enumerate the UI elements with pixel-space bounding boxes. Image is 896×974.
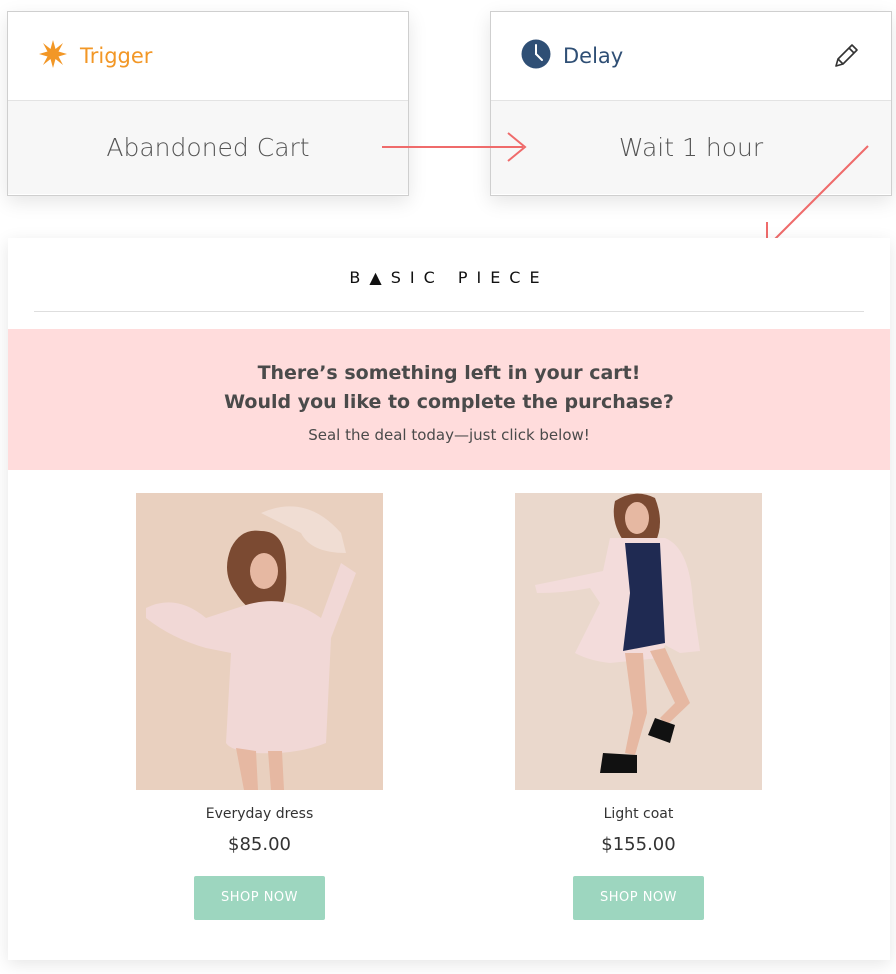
starburst-icon [38, 39, 68, 74]
trigger-value: Abandoned Cart [8, 101, 408, 194]
cart-banner: There’s something left in your cart! Wou… [8, 329, 890, 470]
trigger-card[interactable]: Trigger Abandoned Cart [7, 11, 409, 196]
delay-card-header: Delay [491, 12, 891, 101]
delay-title: Delay [563, 44, 624, 68]
trigger-card-header: Trigger [8, 12, 408, 101]
product-image-coat[interactable] [515, 493, 762, 790]
pencil-icon[interactable] [831, 41, 861, 71]
banner-heading: There’s something left in your cart! Wou… [8, 359, 890, 417]
product-image-dress[interactable] [136, 493, 383, 790]
clock-icon [521, 39, 551, 74]
product-price: $155.00 [601, 834, 676, 855]
arrow-trigger-to-delay [382, 132, 527, 162]
banner-line2: Would you like to complete the purchase? [224, 391, 674, 413]
trigger-title: Trigger [80, 44, 153, 68]
banner-subtext: Seal the deal today—just click below! [308, 426, 590, 444]
brand-logo: B▲SIC PIECE [349, 268, 549, 287]
header-divider [34, 311, 864, 312]
shop-now-button[interactable]: SHOP NOW [194, 876, 325, 920]
shop-now-button[interactable]: SHOP NOW [573, 876, 704, 920]
email-preview: B▲SIC PIECE There’s something left in yo… [8, 238, 890, 960]
product-name: Light coat [603, 806, 674, 822]
product-price: $85.00 [228, 834, 291, 855]
product-card: Everyday dress $85.00 SHOP NOW [136, 493, 383, 920]
product-card: Light coat $155.00 SHOP NOW [515, 493, 762, 920]
banner-line1: There’s something left in your cart! [257, 362, 641, 384]
arrow-delay-to-email [766, 145, 869, 247]
product-name: Everyday dress [205, 806, 314, 822]
